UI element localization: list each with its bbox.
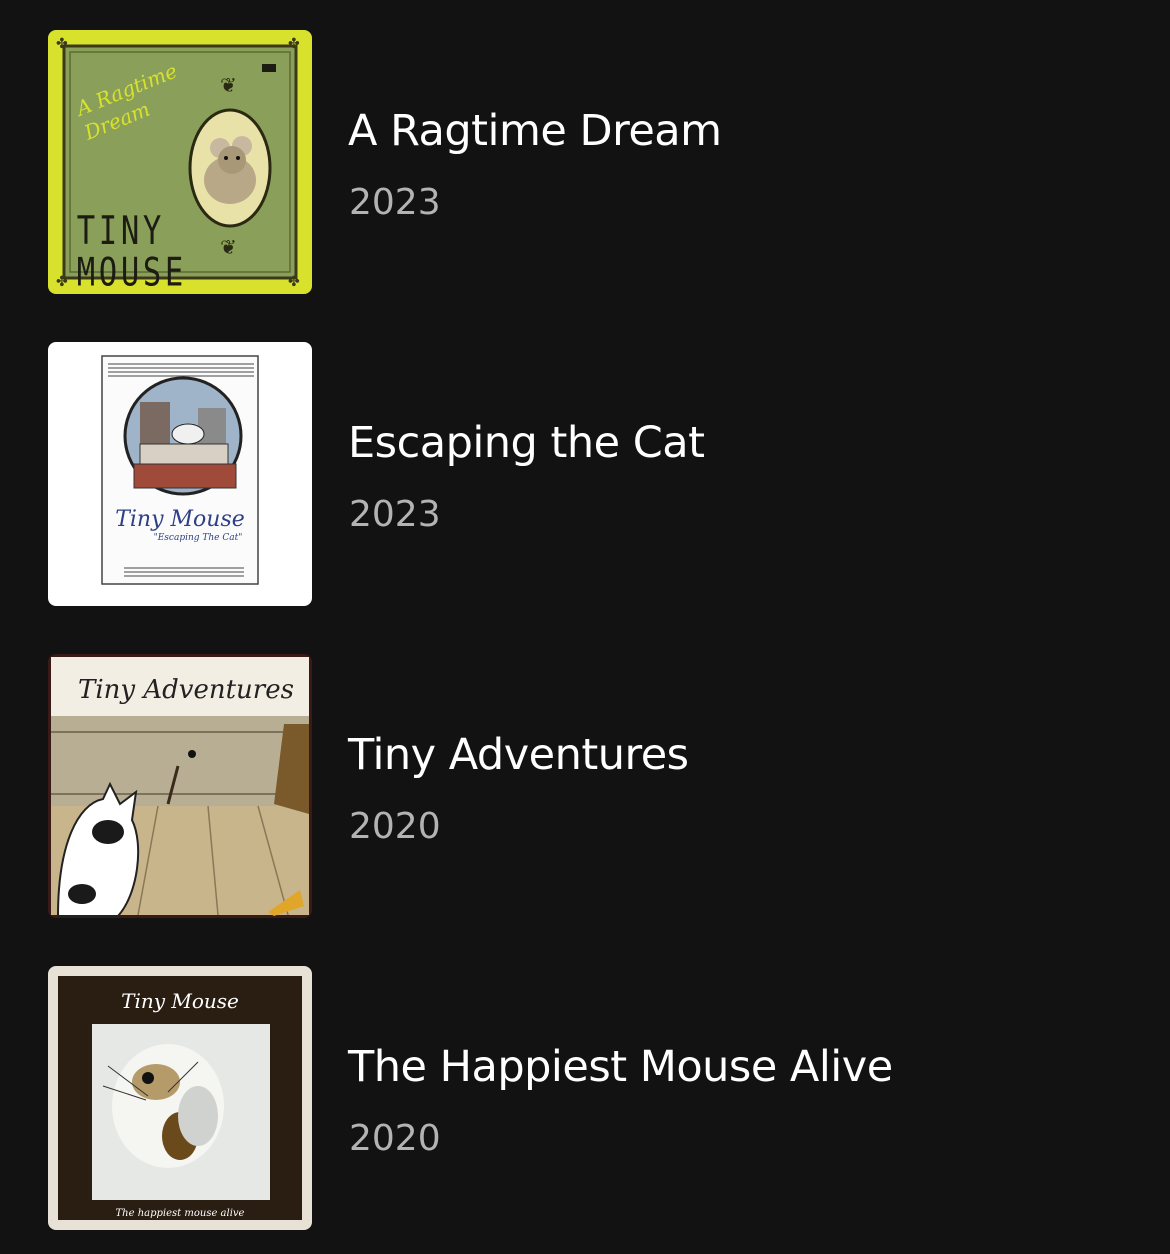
- album-row-escaping-the-cat[interactable]: Tiny Mouse "Escaping The Cat" Escaping t…: [48, 342, 1128, 606]
- album-year: 2020: [349, 1118, 441, 1159]
- album-cover-escaping-the-cat[interactable]: Tiny Mouse "Escaping The Cat": [48, 342, 312, 606]
- svg-text:❦: ❦: [220, 73, 237, 97]
- svg-text:✤: ✤: [288, 36, 300, 52]
- cover-text-tiny-mouse: Tiny Mouse: [121, 989, 239, 1013]
- album-cover-art: Tiny Adventures: [48, 654, 312, 918]
- album-cover-tiny-adventures[interactable]: Tiny Adventures: [48, 654, 312, 918]
- cover-text-tiny: TINY: [77, 208, 165, 254]
- album-cover-art: ✤ ✤ ✤ ✤ A Ragtime Dream ❦ ❦ TINY MOUSE: [48, 30, 312, 294]
- album-title[interactable]: A Ragtime Dream: [348, 106, 722, 156]
- cover-text-mouse: MOUSE: [77, 250, 187, 294]
- album-row-a-ragtime-dream[interactable]: ✤ ✤ ✤ ✤ A Ragtime Dream ❦ ❦ TINY MOUSE A…: [48, 30, 1128, 294]
- album-title[interactable]: The Happiest Mouse Alive: [348, 1042, 893, 1092]
- cover-text-tiny-mouse: Tiny Mouse: [115, 507, 245, 532]
- album-title[interactable]: Tiny Adventures: [348, 730, 689, 780]
- album-year: 2020: [349, 806, 441, 847]
- svg-text:✤: ✤: [56, 36, 68, 52]
- album-cover-a-ragtime-dream[interactable]: ✤ ✤ ✤ ✤ A Ragtime Dream ❦ ❦ TINY MOUSE: [48, 30, 312, 294]
- album-cover-art: Tiny Mouse "Escaping The Cat": [48, 342, 312, 606]
- cover-text-happiest: The happiest mouse alive: [116, 1208, 245, 1219]
- album-year: 2023: [349, 182, 441, 223]
- album-title[interactable]: Escaping the Cat: [348, 418, 705, 468]
- cover-text-tiny-adventures: Tiny Adventures: [78, 675, 294, 705]
- svg-text:❦: ❦: [220, 235, 237, 259]
- svg-text:✤: ✤: [288, 274, 300, 290]
- svg-text:✤: ✤: [56, 274, 68, 290]
- cover-text-escaping: "Escaping The Cat": [154, 533, 243, 543]
- album-row-tiny-adventures[interactable]: Tiny Adventures Tiny Adventures 2020: [48, 654, 1128, 918]
- album-row-the-happiest-mouse-alive[interactable]: Tiny Mouse The happiest mouse alive The …: [48, 966, 1128, 1230]
- album-year: 2023: [349, 494, 441, 535]
- album-list: ✤ ✤ ✤ ✤ A Ragtime Dream ❦ ❦ TINY MOUSE A…: [0, 0, 1170, 1254]
- album-cover-the-happiest-mouse-alive[interactable]: Tiny Mouse The happiest mouse alive: [48, 966, 312, 1230]
- album-cover-art: Tiny Mouse The happiest mouse alive: [48, 966, 312, 1230]
